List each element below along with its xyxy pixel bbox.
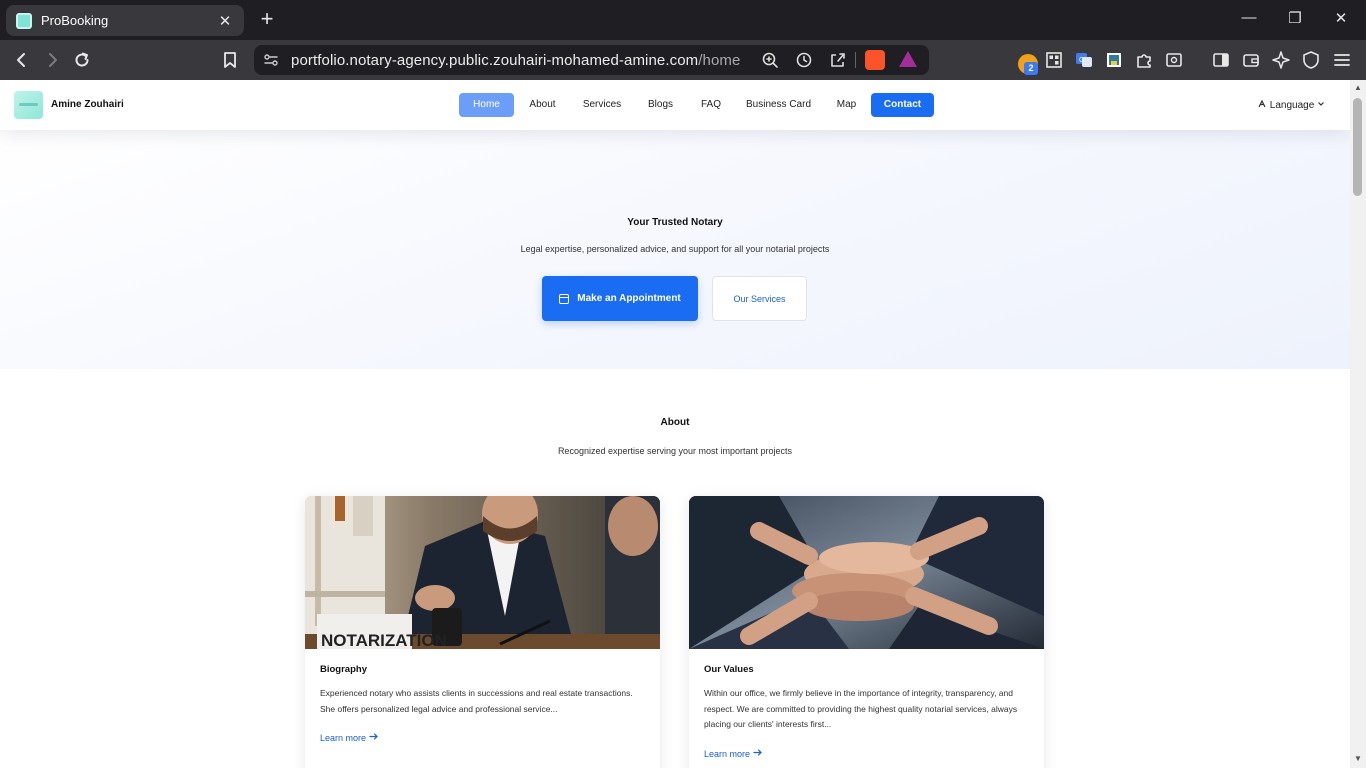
arrow-right-icon bbox=[368, 733, 379, 743]
leo-ai-icon[interactable] bbox=[1270, 49, 1292, 71]
bookmark-icon[interactable] bbox=[219, 49, 241, 71]
menu-icon[interactable] bbox=[1331, 49, 1353, 71]
nav-map[interactable]: Map bbox=[832, 93, 861, 117]
make-appointment-button[interactable]: Make an Appointment bbox=[542, 276, 698, 321]
restore-window-button[interactable]: ❐ bbox=[1285, 9, 1305, 27]
learn-more-link[interactable]: Learn more bbox=[704, 748, 763, 759]
about-title: About bbox=[660, 417, 690, 428]
scroll-down-arrow-icon[interactable]: ▼ bbox=[1353, 754, 1363, 764]
puzzle-icon[interactable] bbox=[1133, 49, 1155, 71]
learn-more-label: Learn more bbox=[704, 749, 751, 759]
wallet-icon[interactable] bbox=[1240, 49, 1262, 71]
card-title: Biography bbox=[320, 664, 367, 675]
new-tab-button[interactable]: + bbox=[256, 8, 278, 30]
forward-icon[interactable] bbox=[41, 49, 63, 71]
brand-logo[interactable] bbox=[14, 91, 43, 119]
zoom-icon[interactable] bbox=[759, 49, 781, 71]
arrow-right-icon bbox=[752, 749, 763, 759]
nav-blogs[interactable]: Blogs bbox=[643, 93, 678, 117]
sidebar-icon[interactable] bbox=[1210, 49, 1232, 71]
qr-code-icon[interactable] bbox=[1043, 49, 1065, 71]
nav-contact-button[interactable]: Contact bbox=[871, 93, 934, 117]
site-info-icon[interactable] bbox=[262, 51, 280, 69]
card-text: Experienced notary who assists clients i… bbox=[320, 688, 633, 714]
brand-name[interactable]: Amine Zouhairi bbox=[51, 99, 124, 110]
close-tab-icon[interactable]: ✕ bbox=[216, 12, 234, 30]
history-icon[interactable] bbox=[793, 49, 815, 71]
url-path: /home bbox=[698, 52, 741, 69]
calendar-icon bbox=[559, 293, 570, 304]
nav-about[interactable]: About bbox=[522, 93, 563, 117]
share-icon[interactable] bbox=[827, 49, 849, 71]
brave-shields-icon[interactable] bbox=[865, 50, 885, 70]
scroll-up-arrow-icon[interactable]: ▲ bbox=[1353, 83, 1363, 93]
url-text: portfolio.notary-agency.public.zouhairi-… bbox=[291, 52, 740, 69]
reload-icon[interactable] bbox=[71, 49, 93, 71]
site-favicon-icon bbox=[16, 12, 32, 29]
scrollbar-thumb[interactable] bbox=[1353, 98, 1362, 196]
translate-icon[interactable]: G bbox=[1073, 49, 1095, 71]
tab-title: ProBooking bbox=[41, 13, 109, 28]
web-page: Your Trusted Notary Legal expertise, per… bbox=[0, 80, 1350, 768]
site-navbar: Amine Zouhairi Home About Services Blogs… bbox=[0, 80, 1350, 130]
browser-tab-strip: ProBooking ✕ + — ❐ ✕ bbox=[0, 0, 1366, 40]
minimize-window-button[interactable]: — bbox=[1239, 9, 1259, 26]
nav-faq[interactable]: FAQ bbox=[697, 93, 725, 117]
about-subtitle: Recognized expertise serving your most i… bbox=[557, 446, 793, 456]
card-text: Within our office, we firmly believe in … bbox=[704, 688, 1018, 729]
make-appointment-label: Make an Appointment bbox=[577, 293, 681, 304]
browser-tab[interactable]: ProBooking ✕ bbox=[6, 5, 244, 36]
translate-icon bbox=[1258, 99, 1270, 111]
notary-photo: NOTARIZATION bbox=[305, 496, 660, 649]
image-extension-icon[interactable] bbox=[1103, 49, 1125, 71]
language-label: Language bbox=[1269, 100, 1315, 111]
hero-subtitle: Legal expertise, personalized advice, an… bbox=[520, 244, 830, 254]
nav-business-card[interactable]: Business Card bbox=[743, 93, 814, 117]
hero-title: Your Trusted Notary bbox=[627, 217, 723, 228]
card-title: Our Values bbox=[704, 664, 754, 675]
extension-badge: 2 bbox=[1024, 62, 1038, 75]
learn-more-link[interactable]: Learn more bbox=[320, 732, 379, 743]
our-services-button[interactable]: Our Services bbox=[712, 276, 807, 321]
logo-mark bbox=[19, 103, 38, 106]
language-selector[interactable]: Language bbox=[1258, 99, 1325, 111]
url-host: portfolio.notary-agency.public.zouhairi-… bbox=[291, 52, 699, 69]
learn-more-label: Learn more bbox=[320, 733, 367, 743]
biography-card: NOTARIZATION Biography Experienced notar… bbox=[305, 496, 660, 768]
svg-text:G: G bbox=[1079, 57, 1084, 64]
reader-mode-icon[interactable] bbox=[1163, 49, 1185, 71]
close-window-button[interactable]: ✕ bbox=[1331, 9, 1351, 27]
our-values-card: Our Values Within our office, we firmly … bbox=[689, 496, 1044, 768]
vpn-icon[interactable] bbox=[1300, 49, 1322, 71]
back-icon[interactable] bbox=[11, 49, 33, 71]
url-separator bbox=[855, 52, 856, 68]
address-bar[interactable]: portfolio.notary-agency.public.zouhairi-… bbox=[254, 45, 929, 75]
chevron-down-icon bbox=[1317, 100, 1325, 111]
notarization-sign-text: NOTARIZATION bbox=[321, 631, 447, 649]
brave-rewards-icon[interactable] bbox=[899, 51, 917, 67]
team-hands-photo bbox=[689, 496, 1044, 649]
nav-home[interactable]: Home bbox=[459, 93, 514, 117]
nav-services[interactable]: Services bbox=[578, 93, 626, 117]
hero-section: Your Trusted Notary Legal expertise, per… bbox=[0, 130, 1350, 369]
